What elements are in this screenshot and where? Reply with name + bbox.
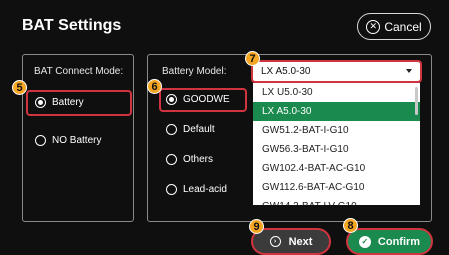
dropdown-option[interactable]: GW51.2-BAT-I-G10 xyxy=(253,121,420,140)
dropdown-scrollbar[interactable] xyxy=(415,87,418,115)
radio-unselected-icon xyxy=(166,124,177,135)
next-button[interactable]: › Next xyxy=(251,228,331,255)
select-value: LX A5.0-30 xyxy=(261,66,311,77)
radio-label: Lead-acid xyxy=(183,184,227,195)
dropdown-option[interactable]: GW102.4-BAT-AC-G10 xyxy=(253,159,420,178)
radio-default[interactable]: Default xyxy=(166,124,215,135)
radio-selected-icon xyxy=(166,94,177,105)
cancel-button[interactable]: ✕ Cancel xyxy=(357,13,431,40)
radio-unselected-icon xyxy=(35,135,46,146)
radio-label: Default xyxy=(183,124,215,135)
next-label: Next xyxy=(288,235,313,248)
radio-unselected-icon xyxy=(166,154,177,165)
cancel-label: Cancel xyxy=(384,19,422,34)
step-badge-6: 6 xyxy=(147,79,162,94)
radio-lead-acid[interactable]: Lead-acid xyxy=(166,184,227,195)
dropdown-option[interactable]: GW56.3-BAT-I-G10 xyxy=(253,140,420,159)
check-circle-icon: ✓ xyxy=(358,235,371,248)
battery-model-dropdown: LX U5.0-30 LX A5.0-30 GW51.2-BAT-I-G10 G… xyxy=(253,83,420,205)
close-circle-icon: ✕ xyxy=(366,19,381,34)
radio-battery[interactable]: Battery xyxy=(35,97,84,108)
battery-model-select[interactable]: LX A5.0-30 xyxy=(251,60,422,83)
connect-mode-label: BAT Connect Mode: xyxy=(34,66,124,77)
confirm-button[interactable]: ✓ Confirm xyxy=(346,228,433,255)
radio-label: Battery xyxy=(52,97,84,108)
caret-down-icon xyxy=(406,69,412,73)
radio-goodwe[interactable]: GOODWE xyxy=(166,94,230,105)
radio-no-battery[interactable]: NO Battery xyxy=(35,135,101,146)
step-badge-5: 5 xyxy=(12,80,27,95)
dropdown-option[interactable]: GW14.3-BAT-LV-G10 xyxy=(253,197,420,205)
next-circle-icon: › xyxy=(269,236,281,247)
radio-unselected-icon xyxy=(166,184,177,195)
radio-others[interactable]: Others xyxy=(166,154,213,165)
dropdown-option[interactable]: GW112.6-BAT-AC-G10 xyxy=(253,178,420,197)
radio-label: NO Battery xyxy=(52,135,102,146)
radio-label: GOODWE xyxy=(183,94,230,105)
radio-label: Others xyxy=(183,154,214,165)
battery-model-label: Battery Model: xyxy=(162,66,227,77)
confirm-label: Confirm xyxy=(377,235,421,248)
page-title: BAT Settings xyxy=(22,17,122,34)
step-badge-9: 9 xyxy=(249,219,264,234)
dropdown-option-selected[interactable]: LX A5.0-30 xyxy=(253,102,420,121)
radio-selected-icon xyxy=(35,97,46,108)
step-badge-7: 7 xyxy=(245,51,260,66)
dropdown-option[interactable]: LX U5.0-30 xyxy=(253,83,420,102)
step-badge-8: 8 xyxy=(343,218,358,233)
